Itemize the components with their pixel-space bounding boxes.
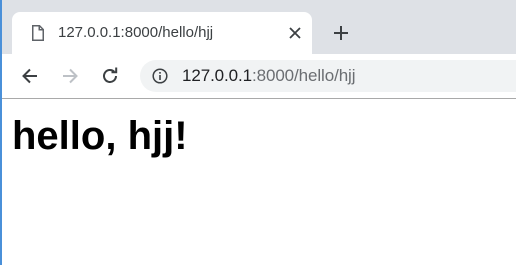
back-arrow-icon bbox=[22, 68, 37, 84]
plus-icon bbox=[334, 26, 348, 40]
back-button[interactable] bbox=[18, 64, 42, 88]
reload-icon bbox=[103, 67, 118, 83]
page-content: hello, hjj! bbox=[2, 99, 516, 265]
tab-strip: 127.0.0.1:8000/hello/hjj bbox=[2, 0, 516, 54]
page-icon bbox=[32, 25, 44, 41]
url-host: 127.0.0.1 bbox=[182, 66, 252, 85]
address-bar[interactable]: 127.0.0.1:8000/hello/hjj bbox=[140, 60, 516, 92]
reload-button[interactable] bbox=[98, 64, 122, 88]
browser-window: 127.0.0.1:8000/hello/hjj 127.0.0.1:8000/… bbox=[0, 0, 516, 265]
close-icon[interactable] bbox=[286, 24, 304, 42]
forward-arrow-icon bbox=[63, 68, 78, 84]
new-tab-button[interactable] bbox=[330, 22, 352, 44]
info-icon[interactable] bbox=[152, 68, 168, 84]
url-path: :8000/hello/hjj bbox=[252, 66, 356, 85]
forward-button[interactable] bbox=[58, 64, 82, 88]
tab-title: 127.0.0.1:8000/hello/hjj bbox=[58, 24, 214, 41]
page-heading: hello, hjj! bbox=[12, 114, 188, 158]
url-text[interactable]: 127.0.0.1:8000/hello/hjj bbox=[182, 66, 356, 86]
tab-active[interactable]: 127.0.0.1:8000/hello/hjj bbox=[12, 12, 312, 54]
toolbar: 127.0.0.1:8000/hello/hjj bbox=[2, 54, 516, 99]
